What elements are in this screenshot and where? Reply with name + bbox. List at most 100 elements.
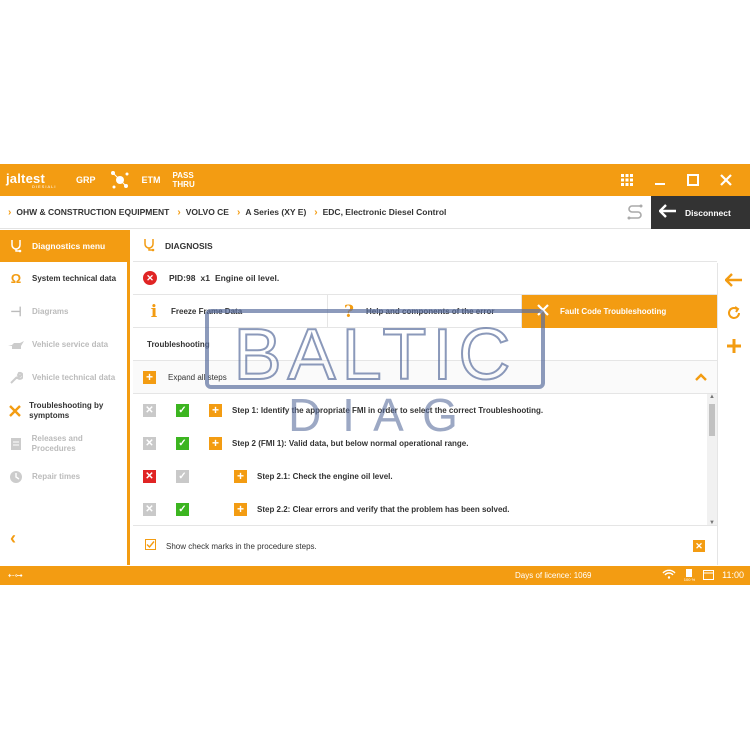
error-icon: ✕ [143, 271, 157, 285]
sidebar-item-vehicle-technical-data[interactable]: Vehicle technical data [0, 361, 127, 394]
sidebar-item-label: Releases and Procedures [31, 433, 83, 453]
check-mark-icon[interactable]: ✓ [176, 503, 189, 516]
tab-label: Help and components of the error [366, 307, 495, 316]
tab-fault-code-troubleshooting[interactable]: Fault Code Troubleshooting [522, 295, 717, 328]
expand-all-row[interactable]: + Expand all steps [133, 361, 717, 394]
grp-button[interactable]: GRP [76, 175, 96, 185]
sidebar-item-troubleshooting-by-symptoms[interactable]: Troubleshooting by symptoms [0, 394, 127, 427]
main-panel: DIAGNOSIS ✕ PID:98 x1 Engine oil level. … [133, 230, 717, 565]
check-mark-icon[interactable]: ✓ [176, 437, 189, 450]
tab-label: Freeze Frame Data [171, 307, 243, 316]
plus-icon[interactable]: + [234, 503, 247, 516]
add-icon[interactable] [718, 329, 750, 362]
stethoscope-icon [143, 238, 159, 254]
tab-freeze-frame-data[interactable]: i Freeze Frame Data [133, 295, 328, 328]
maximize-icon[interactable] [676, 164, 709, 196]
back-arrow-icon[interactable] [718, 263, 750, 296]
breadcrumb-item[interactable]: › EDC, Electronic Diesel Control [306, 207, 446, 218]
pid-count: x1 [200, 273, 210, 283]
check-mark-icon[interactable]: ✓ [176, 404, 189, 417]
oilcan-icon [7, 340, 25, 350]
breadcrumb-label: OHW & CONSTRUCTION EQUIPMENT [16, 207, 170, 217]
fail-mark-icon[interactable]: ✕ [143, 470, 156, 483]
omega-icon: Ω [10, 270, 22, 286]
breadcrumb-item[interactable]: › A Series (XY E) [229, 207, 306, 218]
clock-icon [7, 470, 25, 484]
page-title: DIAGNOSIS [165, 240, 213, 251]
fail-mark-icon[interactable]: ✕ [143, 503, 156, 516]
close-icon[interactable]: ✕ [693, 540, 705, 552]
disconnect-button[interactable]: Disconnect [651, 196, 750, 229]
scrollbar[interactable]: ▲ ▼ [707, 394, 717, 525]
breadcrumb-item[interactable]: › VOLVO CE [169, 207, 229, 218]
list-item[interactable]: ✕ ✓ + Step 1: Identify the appropriate F… [133, 394, 717, 427]
diagnosis-header: DIAGNOSIS [133, 230, 717, 262]
sidebar-item-system-technical-data[interactable]: Ω System technical data [0, 262, 127, 295]
breadcrumb: › OHW & CONSTRUCTION EQUIPMENT › VOLVO CE … [0, 196, 750, 229]
chevron-right-icon: › [177, 206, 181, 218]
disconnect-label: Disconnect [685, 207, 731, 218]
back-chevron-icon[interactable]: ‹ [10, 528, 16, 549]
check-mark-icon[interactable]: ✓ [176, 470, 189, 483]
passthru-button[interactable]: PASS THRU [173, 171, 195, 189]
list-item[interactable]: ✕ ✓ + Step 2.1: Check the engine oil lev… [133, 460, 717, 493]
sidebar-item-label: System technical data [32, 273, 117, 283]
logo-subtext: DIESIALI [32, 184, 57, 189]
step-label: Step 2 (FMI 1): Valid data, but below no… [232, 439, 469, 448]
jaltest-logo: jaltest DIESIALI [6, 171, 64, 189]
licence-days: Days of licence: 1069 [515, 571, 592, 580]
show-checkmarks-row[interactable]: Show check marks in the procedure steps.… [133, 526, 717, 566]
breadcrumb-item[interactable]: › OHW & CONSTRUCTION EQUIPMENT [0, 207, 169, 218]
top-bar: jaltest DIESIALI GRP ETM PASS THRU [0, 164, 750, 196]
calendar-icon[interactable] [703, 569, 715, 582]
clock-time: 11:00 [722, 570, 744, 580]
section-heading: Troubleshooting [133, 328, 717, 361]
status-icons: 100 % 11:00 [662, 568, 744, 582]
etm-button[interactable]: ETM [142, 175, 161, 185]
scroll-thumb[interactable] [709, 404, 715, 436]
fail-mark-icon[interactable]: ✕ [143, 404, 156, 417]
chevron-right-icon: › [314, 206, 318, 218]
fault-code-row[interactable]: ✕ PID:98 x1 Engine oil level. [133, 262, 717, 295]
chevron-up-icon[interactable] [695, 370, 707, 384]
status-bar: ⇠⊶ Days of licence: 1069 100 % 11:00 [0, 566, 750, 585]
sidebar-item-vehicle-service-data[interactable]: Vehicle service data [0, 328, 127, 361]
sidebar-header-label: Diagnostics menu [32, 241, 106, 251]
tab-label: Fault Code Troubleshooting [560, 307, 667, 316]
tab-help-and-components[interactable]: ? Help and components of the error [328, 295, 522, 328]
diagnostics-menu-header[interactable]: Diagnostics menu [0, 230, 127, 262]
sidebar: Diagnostics menu Ω System technical data… [0, 230, 130, 565]
grid-menu-icon[interactable] [610, 164, 643, 196]
breadcrumb-label: EDC, Electronic Diesel Control [322, 207, 447, 217]
sidebar-item-releases-and-procedures[interactable]: Releases and Procedures [0, 427, 127, 460]
app-window: jaltest DIESIALI GRP ETM PASS THRU › OHW… [0, 164, 750, 585]
refresh-icon[interactable] [718, 296, 750, 329]
scroll-up-icon[interactable]: ▲ [709, 394, 715, 400]
route-icon[interactable] [626, 204, 644, 220]
window-controls [610, 164, 742, 196]
wifi-icon [662, 569, 676, 581]
molecule-icon[interactable] [110, 170, 130, 190]
plus-icon[interactable]: + [234, 470, 247, 483]
list-item[interactable]: ✕ ✓ + Step 2.2: Clear errors and verify … [133, 493, 717, 525]
sidebar-item-label: Troubleshooting by symptoms [29, 400, 104, 420]
step-label: Step 2.1: Check the engine oil level. [257, 472, 393, 481]
document-icon [7, 437, 25, 451]
plus-icon[interactable]: + [209, 437, 222, 450]
question-icon: ? [344, 301, 354, 322]
stethoscope-icon [8, 239, 24, 253]
pid-code: PID:98 [169, 273, 196, 283]
plus-icon[interactable]: + [209, 404, 222, 417]
sidebar-item-diagrams[interactable]: ⊣ Diagrams [0, 295, 127, 328]
right-rail [717, 263, 750, 565]
list-item[interactable]: ✕ ✓ + Step 2 (FMI 1): Valid data, but be… [133, 427, 717, 460]
fail-mark-icon[interactable]: ✕ [143, 437, 156, 450]
checkbox-icon[interactable] [145, 539, 156, 553]
close-icon[interactable] [709, 164, 742, 196]
plus-icon: + [143, 370, 156, 384]
sidebar-item-repair-times[interactable]: Repair times [0, 460, 127, 493]
chevron-right-icon: › [8, 206, 12, 218]
tools-icon [532, 304, 554, 319]
fault-tabs: i Freeze Frame Data ? Help and component… [133, 295, 717, 328]
minimize-icon[interactable] [643, 164, 676, 196]
